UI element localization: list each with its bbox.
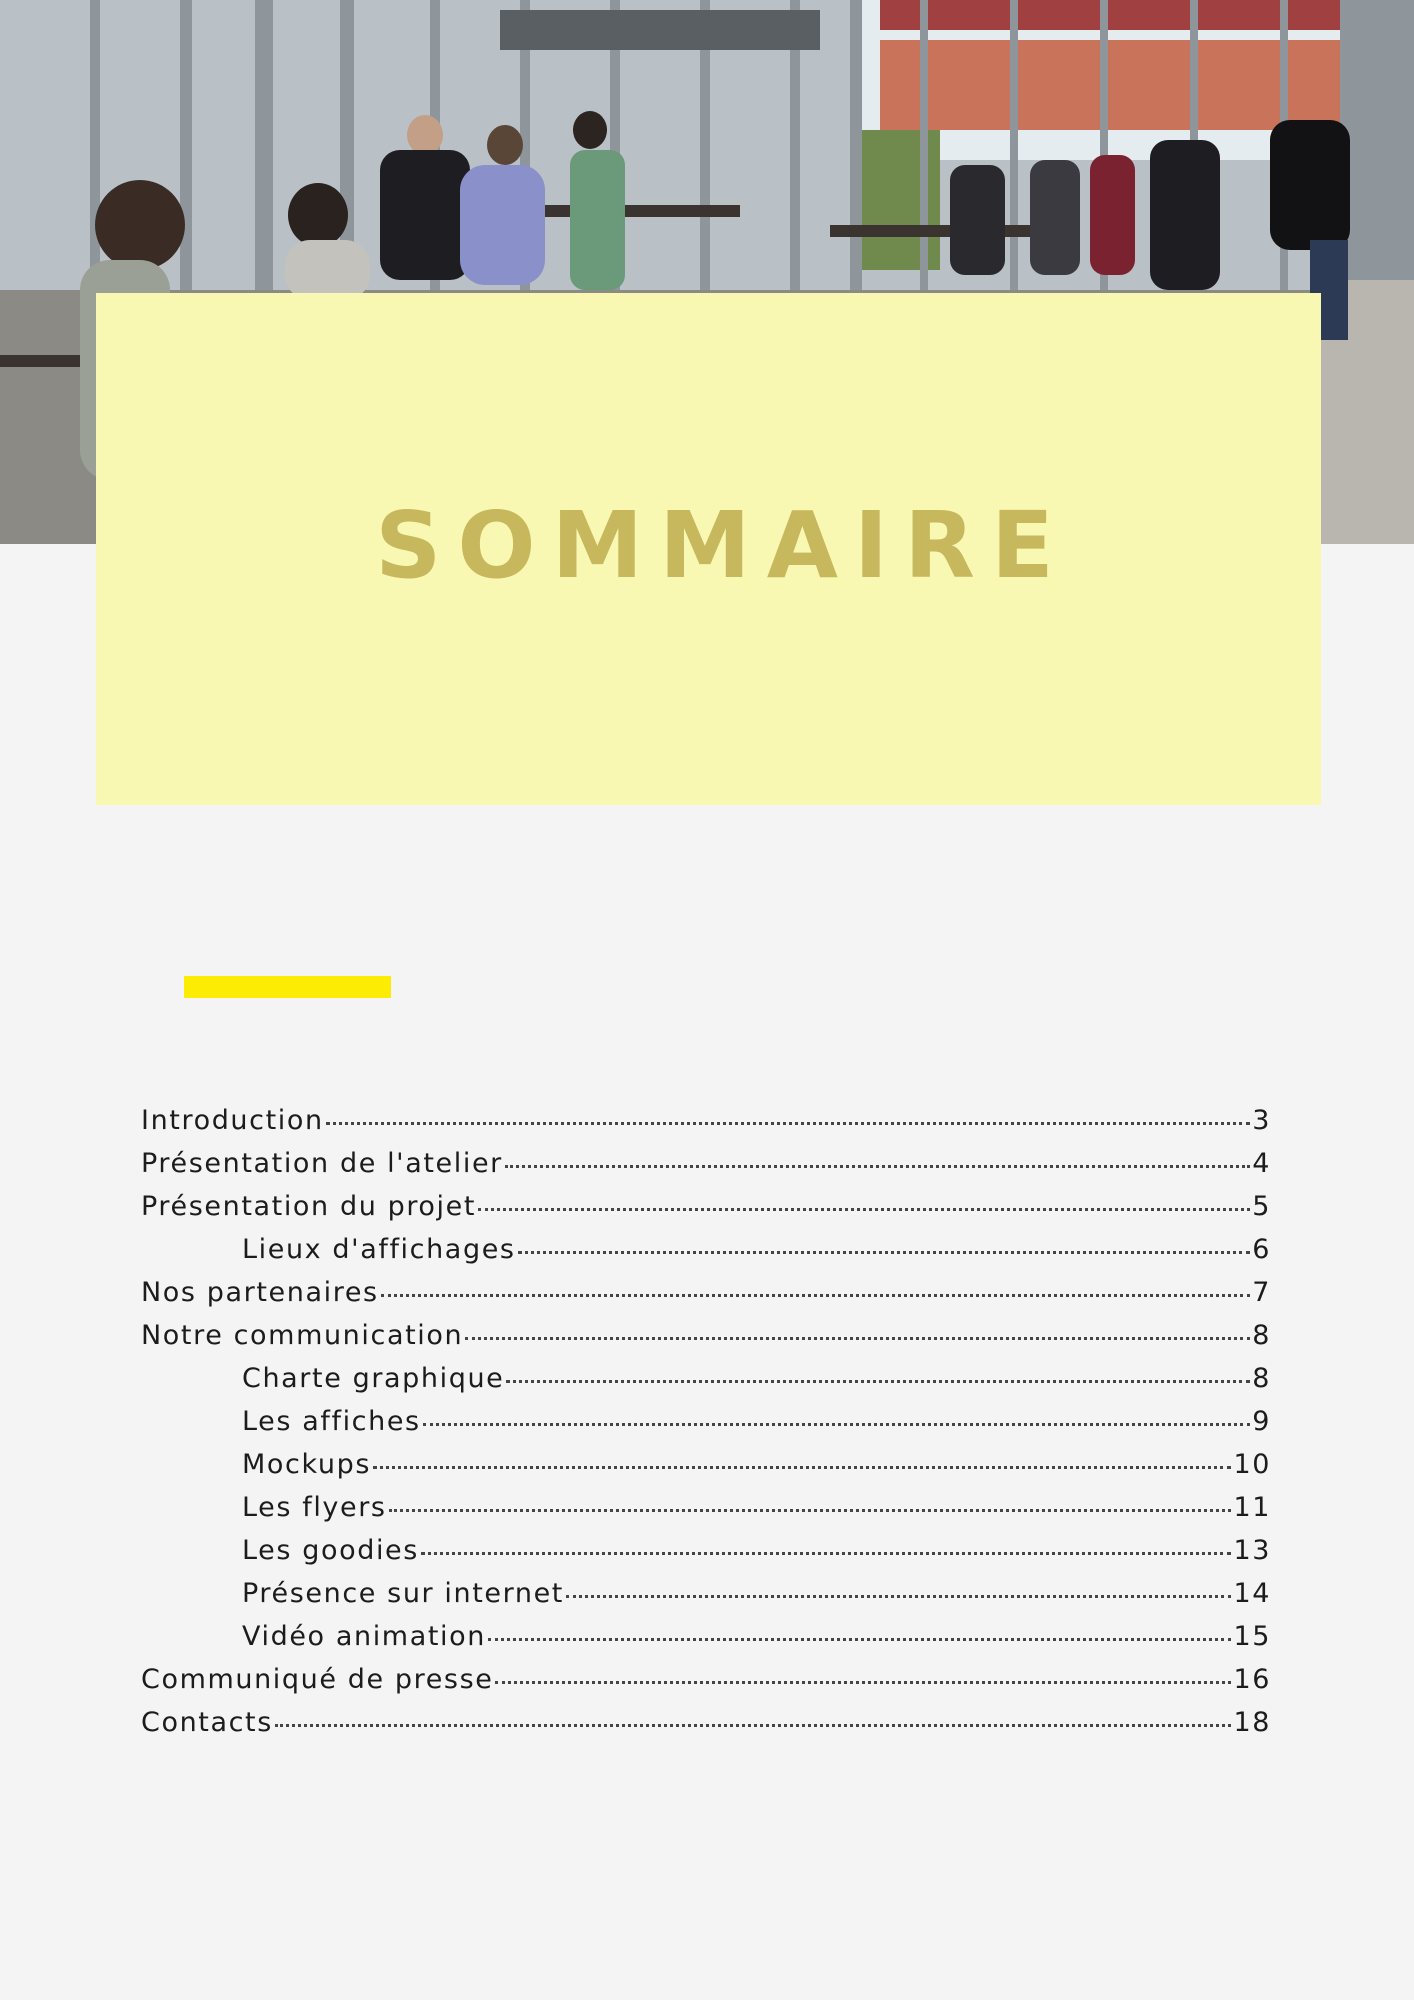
toc-dot-leader (420, 1552, 1232, 1555)
toc-entry[interactable]: Nos partenaires 7 (141, 1271, 1271, 1314)
toc-entry-label: Les flyers (242, 1492, 387, 1523)
toc-dot-leader (422, 1423, 1251, 1426)
toc-dot-leader (565, 1595, 1232, 1598)
toc-dot-leader (274, 1724, 1232, 1727)
page-title: SOMMAIRE (375, 492, 1070, 599)
toc-entry-page: 15 (1233, 1621, 1271, 1652)
toc-entry-label: Contacts (141, 1707, 273, 1738)
toc-dot-leader (506, 1380, 1251, 1383)
toc-dot-leader (380, 1294, 1251, 1297)
toc-dot-leader (372, 1466, 1232, 1469)
toc-entry[interactable]: Notre communication 8 (141, 1314, 1271, 1357)
toc-entry-page: 5 (1252, 1191, 1271, 1222)
toc-entry-page: 14 (1233, 1578, 1271, 1609)
toc-entry-label: Mockups (242, 1449, 371, 1480)
toc-entry-label: Présence sur internet (242, 1578, 564, 1609)
toc-entry[interactable]: Vidéo animation 15 (141, 1615, 1271, 1658)
toc-entry-label: Lieux d'affichages (242, 1234, 516, 1265)
toc-dot-leader (325, 1122, 1251, 1125)
toc-entry[interactable]: Les affiches 9 (141, 1400, 1271, 1443)
toc-entry-label: Communiqué de presse (141, 1664, 494, 1695)
toc-entry-label: Introduction (141, 1105, 324, 1136)
toc-entry-page: 7 (1252, 1277, 1271, 1308)
toc-entry-page: 11 (1233, 1492, 1271, 1523)
toc-entry-page: 9 (1252, 1406, 1271, 1437)
toc-dot-leader (495, 1681, 1232, 1684)
toc-entry-label: Nos partenaires (141, 1277, 379, 1308)
toc-entry[interactable]: Introduction 3 (141, 1099, 1271, 1142)
toc-entry-page: 10 (1233, 1449, 1271, 1480)
toc-dot-leader (465, 1337, 1251, 1340)
toc-entry-page: 8 (1252, 1363, 1271, 1394)
toc-dot-leader (478, 1208, 1251, 1211)
toc-entry-label: Les affiches (242, 1406, 421, 1437)
toc-entry-label: Présentation du projet (141, 1191, 477, 1222)
toc-entry-label: Les goodies (242, 1535, 419, 1566)
toc-dot-leader (504, 1165, 1251, 1168)
table-of-contents: Introduction 3 Présentation de l'atelier 4 P… (141, 1099, 1271, 1744)
toc-entry-page: 4 (1252, 1148, 1271, 1179)
toc-entry-page: 13 (1233, 1535, 1271, 1566)
toc-entry-label: Charte graphique (242, 1363, 505, 1394)
toc-entry[interactable]: Mockups 10 (141, 1443, 1271, 1486)
toc-entry[interactable]: Présence sur internet 14 (141, 1572, 1271, 1615)
toc-entry[interactable]: Les goodies 13 (141, 1529, 1271, 1572)
accent-bar (184, 976, 391, 998)
toc-entry-label: Présentation de l'atelier (141, 1148, 503, 1179)
toc-entry-page: 18 (1233, 1707, 1271, 1738)
toc-dot-leader (487, 1638, 1232, 1641)
toc-entry-label: Vidéo animation (242, 1621, 486, 1652)
toc-entry[interactable]: Les flyers 11 (141, 1486, 1271, 1529)
toc-entry-page: 3 (1252, 1105, 1271, 1136)
toc-entry-page: 8 (1252, 1320, 1271, 1351)
toc-entry[interactable]: Charte graphique 8 (141, 1357, 1271, 1400)
toc-entry[interactable]: Lieux d'affichages 6 (141, 1228, 1271, 1271)
toc-entry[interactable]: Communiqué de presse 16 (141, 1658, 1271, 1701)
toc-entry[interactable]: Présentation du projet 5 (141, 1185, 1271, 1228)
toc-dot-leader (388, 1509, 1232, 1512)
toc-entry-label: Notre communication (141, 1320, 464, 1351)
toc-entry[interactable]: Présentation de l'atelier 4 (141, 1142, 1271, 1185)
toc-dot-leader (517, 1251, 1251, 1254)
title-box: SOMMAIRE (96, 293, 1321, 805)
toc-entry-page: 6 (1252, 1234, 1271, 1265)
toc-entry-page: 16 (1233, 1664, 1271, 1695)
toc-entry[interactable]: Contacts 18 (141, 1701, 1271, 1744)
